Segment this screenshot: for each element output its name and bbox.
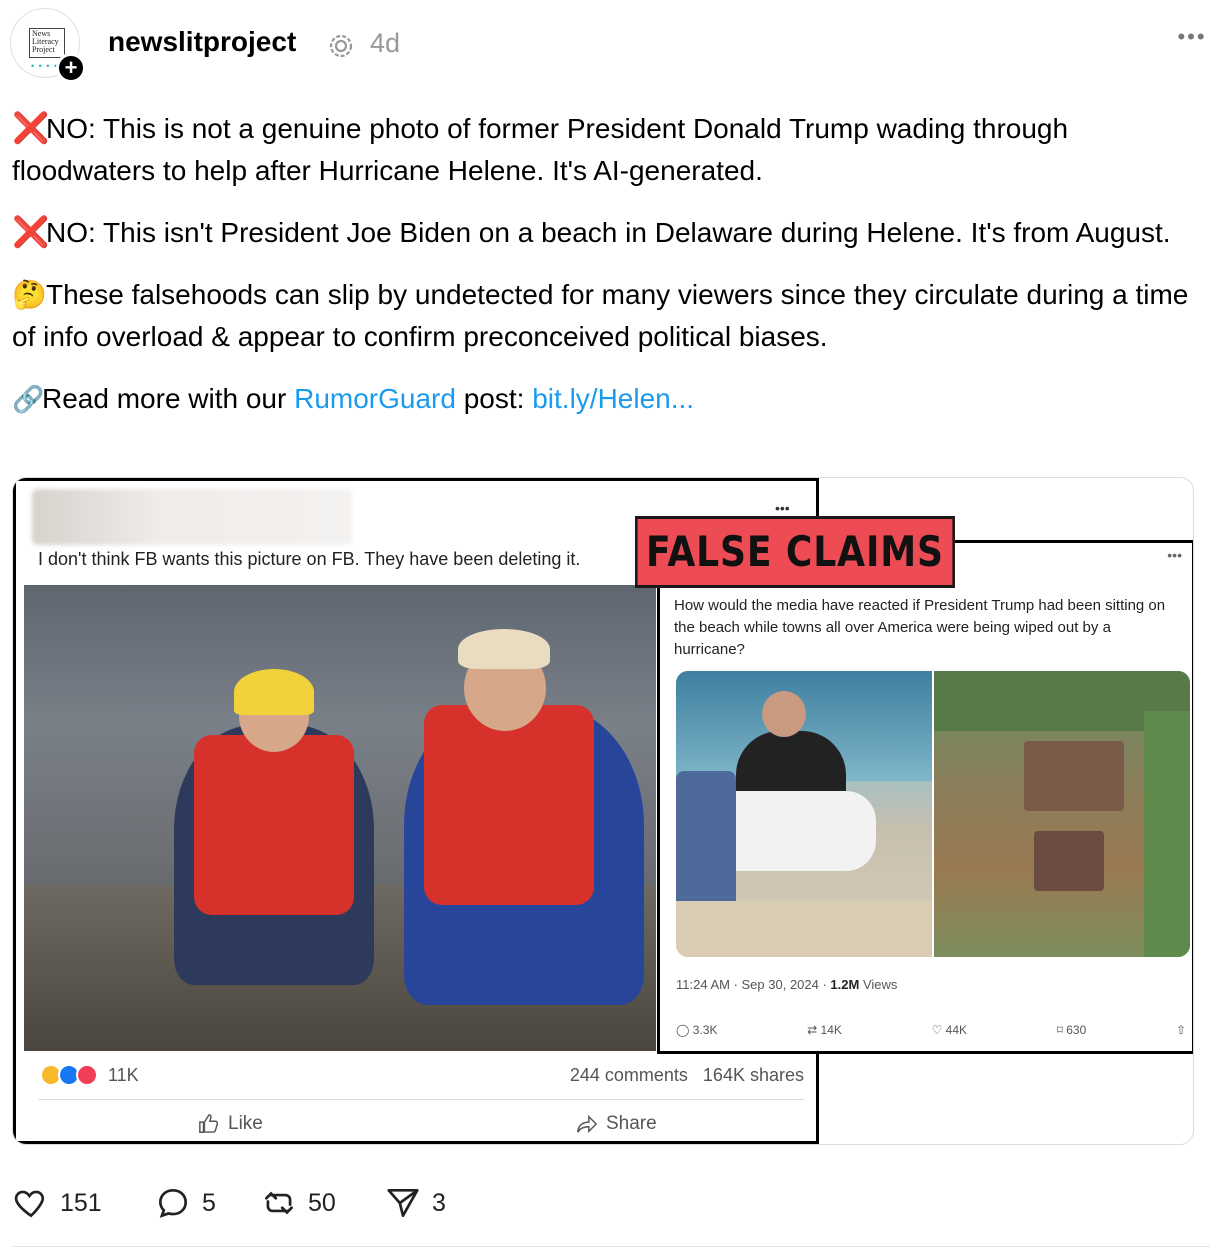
x-repost: ⇄ 14K bbox=[807, 1023, 842, 1037]
paragraph-text: NO: This isn't President Joe Biden on a … bbox=[46, 217, 1171, 248]
x-like-count: 44K bbox=[945, 1023, 968, 1037]
tree-line-right bbox=[1144, 711, 1190, 957]
post-actions: 151 5 50 3 bbox=[12, 1184, 512, 1224]
like-button[interactable]: 151 bbox=[12, 1184, 102, 1222]
more-options-icon[interactable]: ••• bbox=[1172, 26, 1212, 52]
reply-count: 5 bbox=[202, 1188, 216, 1217]
x-more-icon: ••• bbox=[1167, 547, 1182, 563]
thumbs-up-icon bbox=[199, 1114, 219, 1133]
post-header: News Literacy Project • • • • + newslitpro… bbox=[10, 8, 1212, 84]
false-claims-banner: FALSE CLAIMS bbox=[635, 516, 955, 588]
send-icon bbox=[387, 1188, 419, 1218]
fb-counts: 244 comments 164K shares bbox=[570, 1065, 804, 1086]
paragraph-2: ❌NO: This isn't President Joe Biden on a… bbox=[12, 212, 1202, 254]
comment-icon bbox=[158, 1188, 188, 1218]
thinking-face-icon: 🤔 bbox=[12, 279, 47, 310]
yellow-cap bbox=[234, 669, 314, 715]
reaction-count: 11K bbox=[108, 1064, 139, 1085]
x-bookmark-count: 630 bbox=[1066, 1023, 1087, 1037]
flood-aerial-photo bbox=[934, 671, 1190, 957]
x-views-value: 1.2M bbox=[830, 977, 860, 992]
link-line-text: post: bbox=[455, 383, 533, 414]
share-count-bottom: 3 bbox=[432, 1188, 446, 1217]
x-actions: ◯ 3.3K ⇄ 14K ♡ 44K ⌑ 630 ⇧ bbox=[676, 1023, 1186, 1037]
post-link[interactable]: bit.ly/Helen... bbox=[532, 383, 694, 414]
divider bbox=[38, 1099, 804, 1100]
flooded-building-2 bbox=[1034, 831, 1104, 891]
repost-button[interactable]: 50 bbox=[260, 1184, 336, 1222]
repost-icon bbox=[264, 1191, 294, 1215]
paragraph-3: 🤔These falsehoods can slip by undetected… bbox=[12, 274, 1202, 358]
x-reply-count: 3.3K bbox=[692, 1023, 718, 1037]
username[interactable]: newslitproject bbox=[108, 26, 296, 58]
x-reply: ◯ 3.3K bbox=[676, 1023, 718, 1037]
fb-like-button: Like bbox=[198, 1113, 263, 1135]
media-image[interactable]: I don't think FB wants this picture on F… bbox=[12, 477, 1194, 1145]
paragraph-text: These falsehoods can slip by undetected … bbox=[12, 279, 1189, 352]
post-time: 4d bbox=[370, 28, 401, 58]
fb-share-button: Share bbox=[576, 1113, 657, 1135]
x-repost-count: 14K bbox=[820, 1023, 842, 1037]
x-share-icon: ⇧ bbox=[1175, 1023, 1186, 1037]
life-vest-left bbox=[194, 735, 354, 915]
x-like: ♡ 44K bbox=[931, 1023, 968, 1037]
share-button[interactable]: 3 bbox=[384, 1184, 446, 1222]
heart-icon bbox=[14, 1190, 45, 1218]
beach-photo bbox=[676, 671, 932, 957]
avatar-logo: News Literacy Project bbox=[29, 28, 65, 58]
hair-right bbox=[458, 629, 550, 669]
share-arrow-icon bbox=[577, 1114, 598, 1134]
sand bbox=[676, 901, 932, 957]
avatar-dots: • • • • bbox=[31, 61, 59, 71]
link-line-text: Read more with our bbox=[42, 383, 295, 414]
love-icon bbox=[76, 1064, 98, 1086]
x-post-screenshot: ••• How would the media have reacted if … bbox=[657, 540, 1193, 1054]
reply-button[interactable]: 5 bbox=[154, 1184, 216, 1222]
flooded-building bbox=[1024, 741, 1124, 811]
x-post-text: How would the media have reacted if Pres… bbox=[674, 597, 1166, 658]
verified-icon bbox=[329, 34, 353, 58]
like-count: 151 bbox=[60, 1188, 102, 1217]
life-vest-right bbox=[424, 705, 594, 905]
blurred-profile bbox=[32, 489, 352, 545]
man-head bbox=[762, 691, 806, 737]
fb-reactions[interactable]: 11K bbox=[40, 1064, 139, 1086]
comment-count: 244 comments bbox=[569, 1065, 688, 1085]
x-timestamp: 11:24 AM · Sep 30, 2024 · bbox=[676, 977, 831, 992]
share-count: 164K shares bbox=[702, 1065, 804, 1085]
banner-dots: ••• bbox=[775, 500, 790, 516]
rumorguard-mention[interactable]: RumorGuard bbox=[294, 383, 456, 414]
divider bbox=[12, 1246, 1210, 1247]
beach-chair bbox=[676, 771, 736, 921]
paragraph-text: NO: This is not a genuine photo of forme… bbox=[12, 113, 1069, 186]
x-meta: 11:24 AM · Sep 30, 2024 · 1.2M Views bbox=[676, 977, 897, 992]
link-line: 🔗Read more with our RumorGuard post: bit… bbox=[12, 378, 1202, 420]
cross-mark-icon: ❌ bbox=[12, 216, 50, 249]
post-body: ❌NO: This is not a genuine photo of form… bbox=[12, 108, 1202, 440]
x-views-label: Views bbox=[859, 977, 898, 992]
follow-plus-icon[interactable]: + bbox=[56, 53, 86, 83]
link-icon: 🔗 bbox=[12, 384, 45, 414]
flood-photo bbox=[24, 585, 656, 1051]
x-bookmark: ⌑ 630 bbox=[1056, 1023, 1087, 1037]
repost-count: 50 bbox=[308, 1188, 336, 1217]
fb-caption: I don't think FB wants this picture on F… bbox=[38, 549, 581, 569]
cross-mark-icon: ❌ bbox=[12, 112, 50, 145]
fb-like-label: Like bbox=[228, 1113, 263, 1134]
paragraph-1: ❌NO: This is not a genuine photo of form… bbox=[12, 108, 1202, 192]
fb-share-label: Share bbox=[606, 1113, 657, 1134]
